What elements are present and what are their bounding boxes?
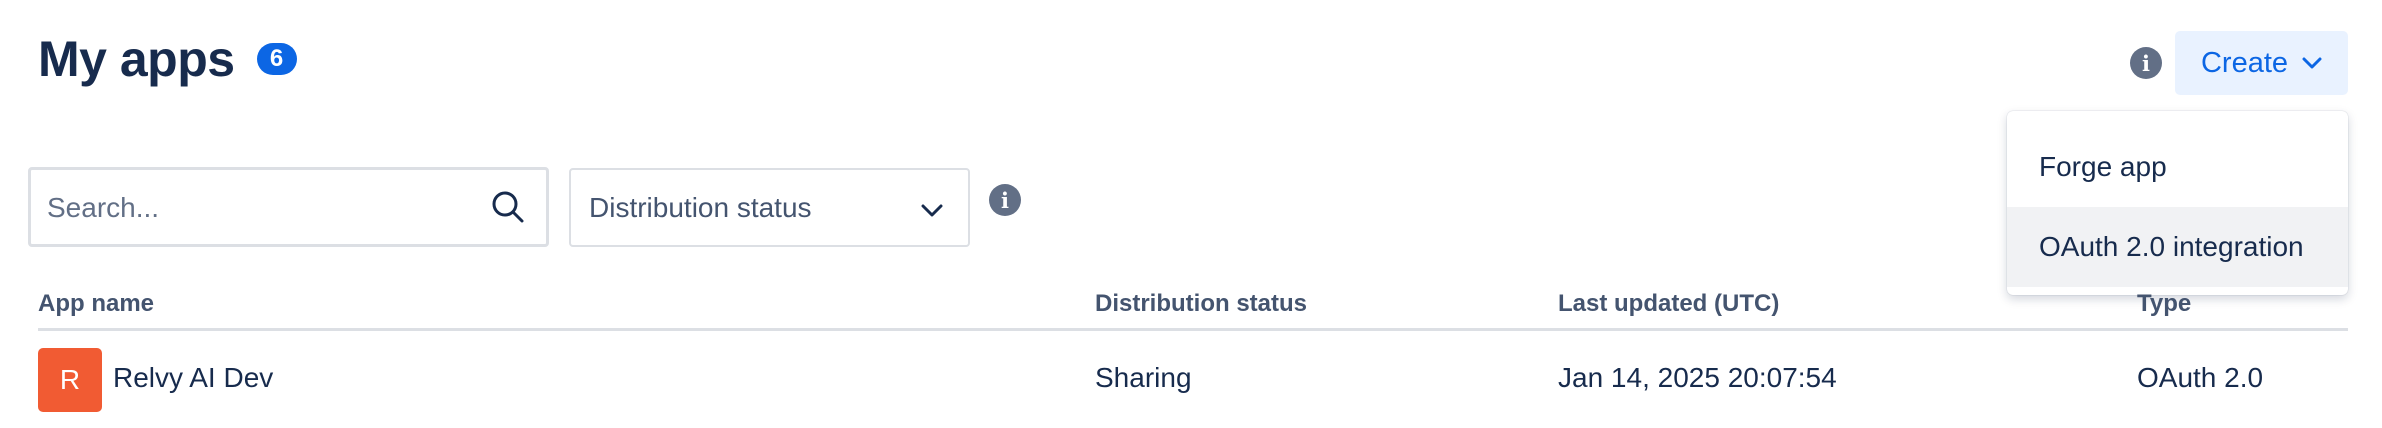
my-apps-page: My apps 6 i Create Forge app OAuth 2.0 i…	[0, 0, 2382, 428]
page-title: My apps	[38, 31, 235, 87]
info-icon[interactable]: i	[989, 184, 1021, 216]
type-cell: OAuth 2.0	[2137, 362, 2264, 393]
column-header-distribution-status[interactable]: Distribution status	[1095, 290, 1307, 318]
app-count-badge: 6	[256, 43, 297, 75]
app-name-link[interactable]: Relvy AI Dev	[113, 362, 273, 394]
chevron-down-icon	[2302, 57, 2322, 69]
search-icon[interactable]	[490, 189, 526, 225]
distribution-status-select[interactable]: Distribution status	[569, 168, 970, 247]
search-field[interactable]	[28, 167, 549, 247]
distribution-status-cell: Sharing	[1095, 362, 1192, 393]
menu-item-oauth-integration[interactable]: OAuth 2.0 integration	[2007, 207, 2348, 287]
distribution-status-select-label: Distribution status	[589, 191, 812, 223]
create-button-label: Create	[2200, 46, 2289, 79]
create-button[interactable]: Create	[2175, 31, 2348, 95]
column-header-type[interactable]: Type	[2137, 290, 2191, 318]
column-header-app-name[interactable]: App name	[38, 290, 154, 318]
column-header-last-updated[interactable]: Last updated (UTC)	[1558, 290, 1779, 318]
create-dropdown-menu: Forge app OAuth 2.0 integration	[2007, 111, 2348, 295]
last-updated-cell: Jan 14, 2025 20:07:54	[1558, 362, 1837, 393]
search-input[interactable]	[45, 170, 489, 246]
menu-item-forge-app[interactable]: Forge app	[2007, 127, 2348, 207]
chevron-down-icon	[921, 204, 943, 217]
info-icon[interactable]: i	[2130, 47, 2162, 79]
title-row: My apps 6	[38, 30, 297, 88]
app-avatar: R	[38, 348, 102, 412]
table-header-divider	[38, 328, 2348, 331]
